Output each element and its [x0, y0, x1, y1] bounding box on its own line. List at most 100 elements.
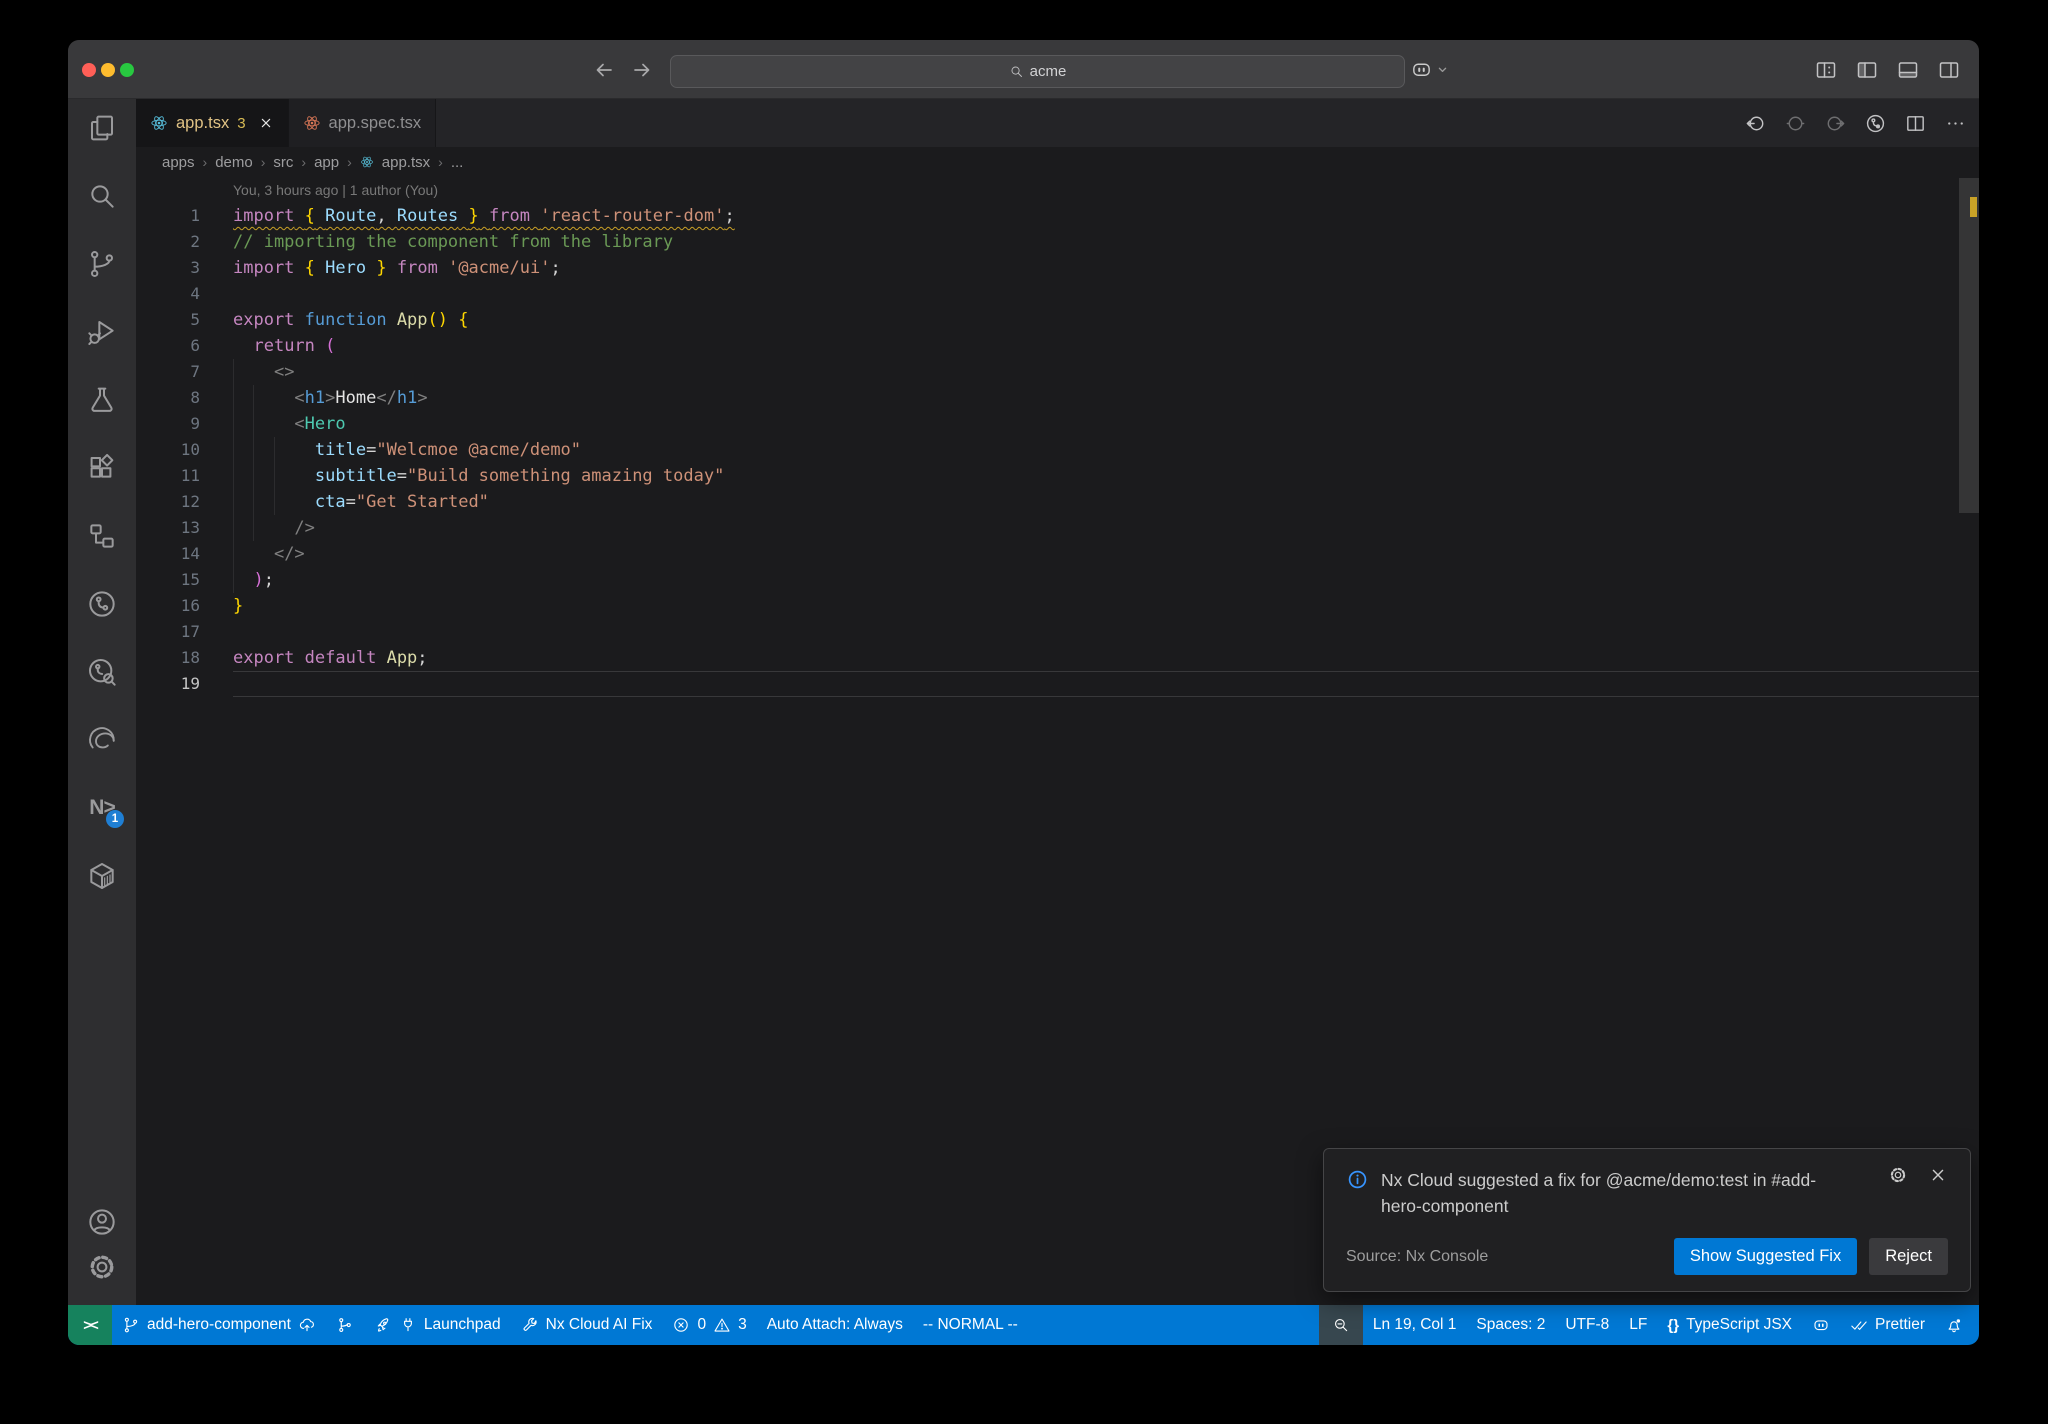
statusbar-problems-item[interactable]: 03 — [662, 1305, 756, 1345]
code-line-16[interactable]: 16} — [136, 593, 1979, 619]
previous-change-icon[interactable] — [1744, 112, 1767, 135]
statusbar-language-mode[interactable]: {} TypeScript JSX — [1657, 1305, 1802, 1345]
cloud-upload-icon — [298, 1316, 316, 1334]
statusbar-scm-graph-item[interactable] — [326, 1305, 364, 1345]
code-line-14[interactable]: 14 </> — [136, 541, 1979, 567]
line-content: cta="Get Started" — [233, 489, 1979, 515]
activity-item-testing[interactable] — [86, 384, 118, 416]
reject-button[interactable]: Reject — [1869, 1238, 1948, 1275]
warning-squiggle: import { Route, Routes } from 'react-rou… — [233, 206, 735, 226]
tab-app.spec.tsx[interactable]: app.spec.tsx — [288, 99, 437, 147]
gitlens-icon — [86, 588, 118, 620]
statusbar-indentation[interactable]: Spaces: 2 — [1466, 1305, 1555, 1345]
scrollbar-thumb[interactable] — [1959, 178, 1979, 513]
code-line-1[interactable]: 1 import { Route, Routes } from 'react-ro… — [136, 203, 1979, 229]
indent-guide — [253, 515, 255, 541]
code-line-3[interactable]: 3 import { Hero } from '@acme/ui'; — [136, 255, 1979, 281]
line-content — [233, 619, 1979, 645]
code-line-12[interactable]: 12 cta="Get Started" — [136, 489, 1979, 515]
activity-item-nx-console[interactable]: N> 1 — [86, 792, 124, 828]
code-line-9[interactable]: 9 <Hero — [136, 411, 1979, 437]
statusbar-copilot-status[interactable] — [1802, 1305, 1840, 1345]
statusbar-branch-item[interactable]: add-hero-component — [112, 1305, 326, 1345]
split-editor-icon[interactable] — [1904, 112, 1927, 135]
toggle-panel-icon[interactable] — [1896, 58, 1920, 82]
statusbar-cursor-position[interactable]: Ln 19, Col 1 — [1363, 1305, 1467, 1345]
navigate-back-icon[interactable] — [592, 58, 616, 82]
notification-close-icon[interactable] — [1928, 1165, 1948, 1185]
activity-item-accounts[interactable] — [86, 1206, 118, 1238]
activity-item-run-debug[interactable] — [86, 316, 118, 348]
accounts-icon — [86, 1206, 118, 1238]
code-line-10[interactable]: 10 title="Welcmoe @acme/demo" — [136, 437, 1979, 463]
breadcrumb-file[interactable]: app.tsx — [382, 154, 430, 171]
code-line-11[interactable]: 11 subtitle="Build something amazing tod… — [136, 463, 1979, 489]
statusbar-eol[interactable]: LF — [1619, 1305, 1657, 1345]
toggle-secondary-sidebar-icon[interactable] — [1937, 58, 1961, 82]
editor-scrollbar[interactable] — [1959, 177, 1979, 1305]
minimize-window-button[interactable] — [101, 63, 115, 77]
navigate-forward-icon[interactable] — [630, 58, 654, 82]
statusbar-launchpad-item[interactable]: Launchpad — [364, 1305, 511, 1345]
show-suggested-fix-button[interactable]: Show Suggested Fix — [1673, 1238, 1858, 1275]
indent-guide — [253, 463, 255, 489]
activity-item-source-control[interactable] — [86, 248, 118, 280]
breadcrumb-item-demo[interactable]: demo — [215, 154, 253, 171]
code-line-19[interactable]: 19 — [136, 671, 1979, 697]
breadcrumb-item-app[interactable]: app — [314, 154, 339, 171]
maximize-window-button[interactable] — [120, 63, 134, 77]
tab-app.tsx[interactable]: app.tsx 3 — [136, 99, 289, 147]
activity-item-edge-browser[interactable] — [86, 724, 118, 756]
code-line-2[interactable]: 2 // importing the component from the lib… — [136, 229, 1979, 255]
notification-settings-icon[interactable] — [1888, 1165, 1908, 1185]
toggle-sidebar-icon[interactable] — [1855, 58, 1879, 82]
activity-item-extensions[interactable] — [86, 452, 118, 484]
tab-bar: app.tsx 3 app.spec.tsx — [136, 99, 1979, 147]
breadcrumb-item-apps[interactable]: apps — [162, 154, 195, 171]
command-center-search[interactable]: acme — [670, 55, 1405, 88]
statusbar-text: -- NORMAL -- — [922, 1316, 1018, 1333]
line-content: import { Route, Routes } from 'react-rou… — [233, 203, 1979, 229]
statusbar-auto-attach-item[interactable]: Auto Attach: Always — [757, 1305, 913, 1345]
breadcrumb-more[interactable]: ... — [451, 154, 464, 171]
commit-graph-icon[interactable] — [1864, 112, 1887, 135]
code-line-5[interactable]: 5 export function App() { — [136, 307, 1979, 333]
activity-item-explorer[interactable] — [86, 112, 118, 144]
titlebar: acme — [68, 40, 1979, 99]
code-line-13[interactable]: 13 /> — [136, 515, 1979, 541]
next-change-icon[interactable] — [1824, 112, 1847, 135]
current-change-icon[interactable] — [1784, 112, 1807, 135]
statusbar-text: add-hero-component — [147, 1316, 291, 1333]
code-line-4[interactable]: 4 — [136, 281, 1979, 307]
activity-item-gitlens-inspect[interactable] — [86, 656, 118, 688]
statusbar-text: Launchpad — [423, 1316, 501, 1333]
line-number: 12 — [180, 492, 200, 511]
code-editor[interactable]: You, 3 hours ago | 1 author (You) 1 impor… — [136, 177, 1979, 1305]
more-actions-icon[interactable] — [1944, 112, 1967, 135]
chevron-down-icon — [1435, 62, 1450, 77]
statusbar-zoom-indicator[interactable] — [1318, 1305, 1363, 1345]
line-content: export function App() { — [233, 310, 469, 330]
close-icon — [258, 115, 274, 131]
activity-item-project-graph[interactable] — [86, 520, 118, 552]
statusbar-prettier[interactable]: Prettier — [1840, 1305, 1935, 1345]
code-line-7[interactable]: 7 <> — [136, 359, 1979, 385]
code-line-6[interactable]: 6 return ( — [136, 333, 1979, 359]
activity-item-search[interactable] — [86, 180, 118, 212]
customize-layout-icon[interactable] — [1814, 58, 1838, 82]
statusbar-remote-indicator[interactable]: >< — [68, 1305, 112, 1345]
code-line-17[interactable]: 17 — [136, 619, 1979, 645]
statusbar-vim-mode-item[interactable]: -- NORMAL -- — [913, 1305, 1028, 1345]
statusbar-notifications[interactable] — [1935, 1305, 1973, 1345]
statusbar-nx-cloud-fix-item[interactable]: Nx Cloud AI Fix — [511, 1305, 663, 1345]
code-line-18[interactable]: 18 export default App; — [136, 645, 1979, 671]
activity-item-gitlens[interactable] — [86, 588, 118, 620]
copilot-menu[interactable] — [1410, 58, 1450, 81]
activity-item-package-explorer[interactable] — [86, 860, 118, 892]
close-window-button[interactable] — [82, 63, 96, 77]
statusbar-encoding[interactable]: UTF-8 — [1555, 1305, 1619, 1345]
breadcrumb-item-src[interactable]: src — [273, 154, 293, 171]
activity-item-settings[interactable] — [86, 1251, 118, 1283]
code-line-15[interactable]: 15 ); — [136, 567, 1979, 593]
code-line-8[interactable]: 8 <h1>Home</h1> — [136, 385, 1979, 411]
